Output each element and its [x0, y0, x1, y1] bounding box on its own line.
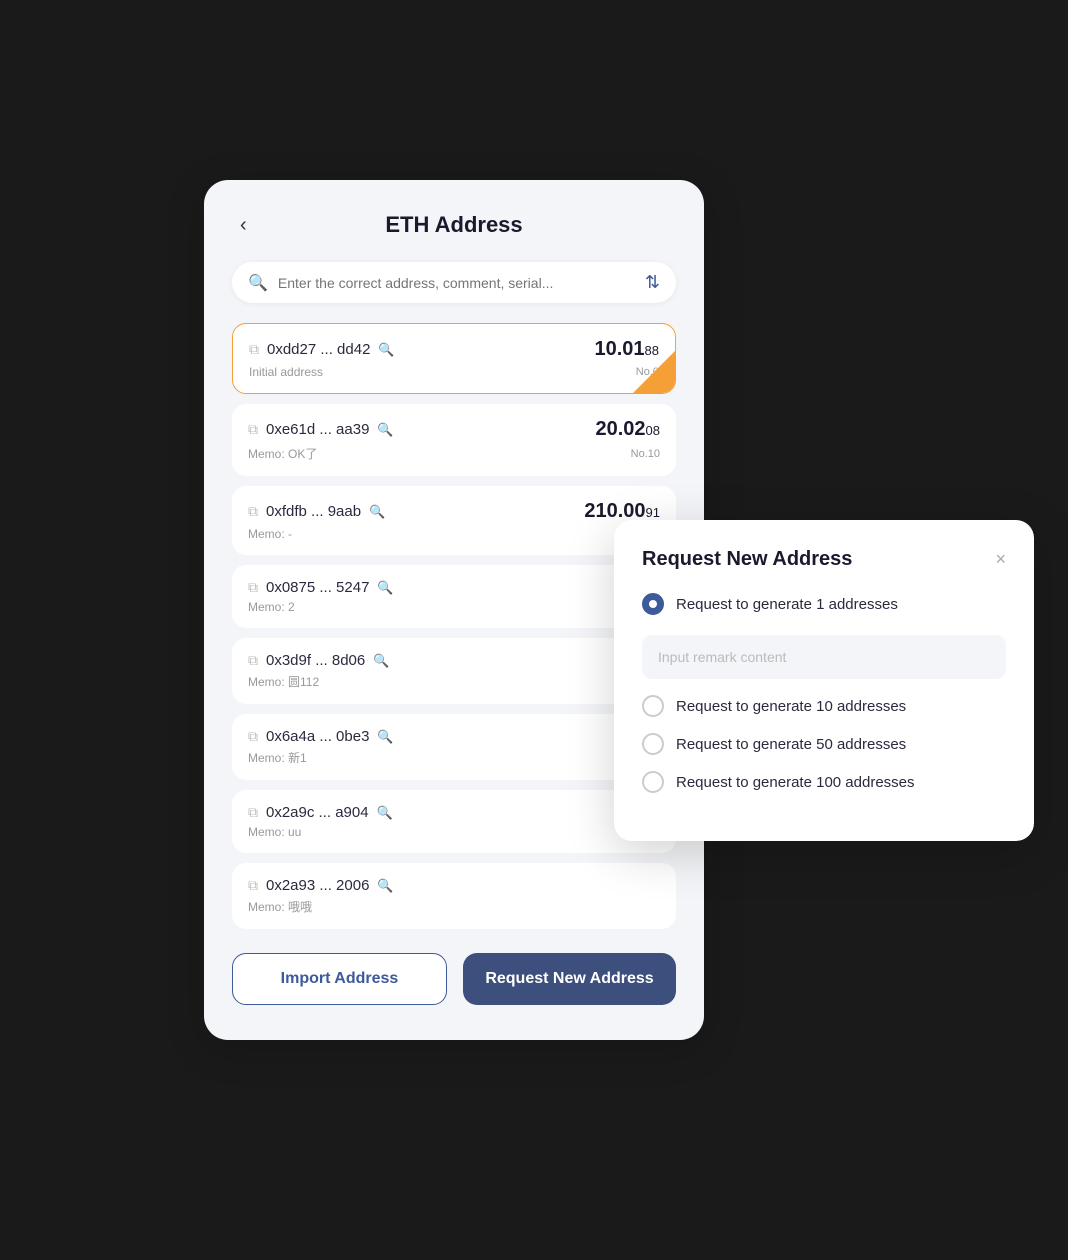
radio-option[interactable]: Request to generate 10 addresses	[642, 695, 1006, 717]
address-item[interactable]: ⧉0xfdfb ... 9aab🔍210.0091Memo: -No.2	[232, 486, 676, 555]
memo-text: Memo: 圆112	[248, 673, 319, 690]
memo-text: Memo: -	[248, 527, 292, 541]
address-item[interactable]: ⧉ 0xe61d ... aa39 🔍 20.0208 Memo: OK了 No.10	[232, 404, 676, 476]
search-address-icon[interactable]: 🔍	[377, 729, 393, 745]
radio-option[interactable]: Request to generate 50 addresses	[642, 733, 1006, 755]
address-item[interactable]: ⧉ 0x2a9c ... a904 🔍 Memo: uu	[232, 790, 676, 853]
header: ‹ ETH Address	[232, 212, 676, 238]
modal-header: Request New Address ×	[642, 548, 1006, 571]
address-text: 0x0875 ... 5247	[266, 579, 369, 596]
request-new-address-button[interactable]: Request New Address	[463, 953, 676, 1005]
address-text: 0xe61d ... aa39	[266, 421, 369, 438]
import-address-button[interactable]: Import Address	[232, 953, 447, 1005]
copy-icon[interactable]: ⧉	[248, 877, 258, 894]
amount-small: 08	[646, 423, 660, 438]
modal-title: Request New Address	[642, 548, 852, 571]
active-corner-badge	[633, 351, 675, 393]
radio-label: Request to generate 50 addresses	[676, 736, 906, 753]
memo-text: Memo: OK了	[248, 445, 317, 462]
modal-dialog: Request New Address × Request to generat…	[614, 520, 1034, 841]
search-icon: 🔍	[248, 273, 268, 293]
address-text: 0x6a4a ... 0be3	[266, 728, 369, 745]
radio-circle	[642, 593, 664, 615]
copy-icon[interactable]: ⧉	[248, 804, 258, 821]
search-address-icon[interactable]: 🔍	[377, 422, 393, 438]
address-text: 0x2a9c ... a904	[266, 804, 369, 821]
radio-circle	[642, 695, 664, 717]
memo-text: Memo: uu	[248, 825, 301, 839]
address-text: 0xdd27 ... dd42	[267, 341, 370, 358]
address-text: 0x2a93 ... 2006	[266, 877, 369, 894]
page-title: ETH Address	[385, 212, 522, 238]
search-input[interactable]	[278, 275, 635, 291]
bottom-actions: Import Address Request New Address	[232, 953, 676, 1005]
search-address-icon[interactable]: 🔍	[378, 342, 394, 358]
address-text: 0xfdfb ... 9aab	[266, 503, 361, 520]
memo-text: Memo: 新1	[248, 749, 307, 766]
address-item[interactable]: ⧉ 0x6a4a ... 0be3 🔍 Memo: 新1	[232, 714, 676, 780]
radio-label: Request to generate 1 addresses	[676, 596, 898, 613]
copy-icon[interactable]: ⧉	[248, 652, 258, 669]
search-address-icon[interactable]: 🔍	[377, 580, 393, 596]
search-address-icon[interactable]: 🔍	[373, 653, 389, 669]
search-address-icon[interactable]: 🔍	[369, 504, 385, 520]
address-text: 0x3d9f ... 8d06	[266, 652, 365, 669]
address-item[interactable]: ⧉ 0x0875 ... 5247 🔍 Memo: 2	[232, 565, 676, 628]
radio-option[interactable]: Request to generate 1 addresses	[642, 593, 1006, 615]
modal-close-button[interactable]: ×	[995, 549, 1006, 570]
radio-label: Request to generate 10 addresses	[676, 698, 906, 715]
radio-circle	[642, 733, 664, 755]
search-bar: 🔍 ⇅	[232, 262, 676, 303]
address-item[interactable]: ⧉ 0x3d9f ... 8d06 🔍 Memo: 圆112	[232, 638, 676, 704]
address-list: ⧉0xdd27 ... dd42🔍10.0188Initial addressN…	[232, 323, 676, 929]
address-item[interactable]: ⧉0xdd27 ... dd42🔍10.0188Initial addressN…	[232, 323, 676, 394]
modal-options: Request to generate 1 addresses Request t…	[642, 593, 1006, 793]
amount-main: 20.02	[595, 418, 645, 441]
remark-input[interactable]	[642, 635, 1006, 679]
radio-label: Request to generate 100 addresses	[676, 774, 915, 791]
back-button[interactable]: ‹	[232, 210, 255, 241]
amount-small: 91	[646, 505, 660, 520]
copy-icon[interactable]: ⧉	[249, 341, 259, 358]
filter-button[interactable]: ⇅	[645, 272, 660, 293]
address-item[interactable]: ⧉ 0x2a93 ... 2006 🔍 Memo: 哦哦	[232, 863, 676, 929]
search-address-icon[interactable]: 🔍	[377, 805, 393, 821]
number-badge: No.10	[631, 448, 660, 460]
radio-circle	[642, 771, 664, 793]
copy-icon[interactable]: ⧉	[248, 579, 258, 596]
copy-icon[interactable]: ⧉	[248, 728, 258, 745]
memo-text: Memo: 2	[248, 600, 295, 614]
copy-icon[interactable]: ⧉	[248, 421, 258, 438]
radio-option[interactable]: Request to generate 100 addresses	[642, 771, 1006, 793]
search-address-icon[interactable]: 🔍	[377, 878, 393, 894]
memo-text: Memo: 哦哦	[248, 898, 312, 915]
memo-text: Initial address	[249, 365, 323, 379]
copy-icon[interactable]: ⧉	[248, 503, 258, 520]
